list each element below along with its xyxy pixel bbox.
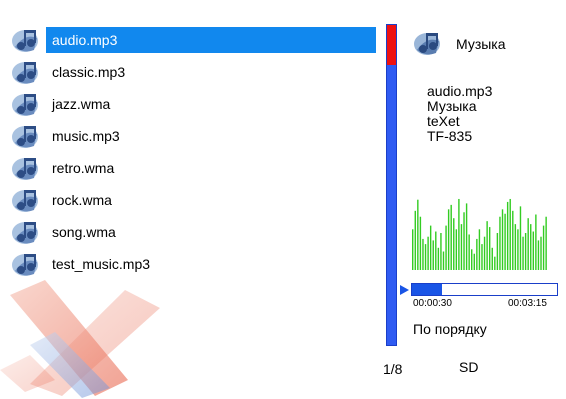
track-artist: teXet bbox=[427, 113, 460, 129]
track-folder: Музыка bbox=[427, 98, 477, 114]
equalizer-bar bbox=[514, 224, 517, 270]
equalizer-bar bbox=[437, 247, 440, 270]
equalizer-bar bbox=[509, 198, 511, 270]
page-counter: 1/8 bbox=[383, 361, 403, 377]
music-note-icon bbox=[8, 89, 42, 119]
file-list-item[interactable]: retro.wma bbox=[8, 152, 380, 184]
equalizer-bar bbox=[450, 204, 452, 270]
equalizer-bar bbox=[473, 253, 475, 270]
equalizer-bar bbox=[506, 201, 509, 270]
track-file-name: audio.mp3 bbox=[427, 83, 493, 99]
elapsed-time: 00:00:30 bbox=[413, 298, 452, 309]
equalizer-bar bbox=[460, 224, 463, 270]
equalizer-visualizer bbox=[412, 198, 547, 270]
play-mode[interactable]: По порядку bbox=[413, 321, 487, 337]
equalizer-bar bbox=[471, 249, 473, 270]
equalizer-bar bbox=[453, 218, 455, 270]
music-note-icon bbox=[8, 25, 42, 55]
play-icon bbox=[400, 285, 409, 295]
equalizer-bar bbox=[427, 236, 429, 270]
equalizer-bar bbox=[501, 209, 504, 270]
equalizer-bar bbox=[463, 212, 465, 270]
equalizer-bar bbox=[540, 236, 542, 270]
equalizer-bar bbox=[488, 227, 491, 270]
scrollbar-thumb[interactable] bbox=[387, 25, 396, 65]
top-strip bbox=[0, 0, 566, 8]
equalizer-bar bbox=[429, 225, 432, 270]
file-name-label: music.mp3 bbox=[52, 128, 120, 144]
equalizer-bar bbox=[527, 218, 529, 270]
equalizer-bar bbox=[455, 229, 458, 270]
equalizer-bar bbox=[412, 229, 414, 270]
equalizer-bar bbox=[442, 251, 445, 270]
track-info: audio.mp3 Музыка teXet TF-835 bbox=[427, 84, 492, 144]
equalizer-bar bbox=[519, 206, 522, 270]
equalizer-bar bbox=[447, 209, 450, 270]
file-list-item[interactable]: classic.mp3 bbox=[8, 56, 380, 88]
equalizer-bar bbox=[524, 233, 527, 270]
equalizer-bar bbox=[483, 236, 486, 270]
music-note-icon bbox=[8, 57, 42, 87]
track-album: TF-835 bbox=[427, 128, 473, 144]
folder-title: Музыка bbox=[456, 36, 506, 52]
equalizer-bar bbox=[491, 247, 493, 270]
equalizer-bar bbox=[545, 216, 547, 270]
equalizer-bar bbox=[542, 225, 545, 270]
equalizer-bar bbox=[445, 225, 447, 270]
music-note-icon bbox=[8, 185, 42, 215]
file-name-label: song.wma bbox=[52, 224, 116, 240]
equalizer-bar bbox=[458, 198, 460, 270]
file-name-label: jazz.wma bbox=[52, 96, 111, 112]
equalizer-bar bbox=[535, 214, 537, 270]
playback-progress-fill bbox=[412, 284, 443, 295]
equalizer-bar bbox=[424, 244, 427, 270]
music-note-icon bbox=[8, 121, 42, 151]
equalizer-bar bbox=[522, 236, 524, 270]
equalizer-bar bbox=[478, 229, 481, 270]
file-list: audio.mp3 classic.mp3 jazz.wma music.mp3 ret… bbox=[8, 24, 380, 280]
music-note-icon bbox=[8, 153, 42, 183]
equalizer-bar bbox=[512, 210, 514, 270]
music-note-icon bbox=[8, 217, 42, 247]
equalizer-bar bbox=[537, 240, 540, 270]
equalizer-bar bbox=[532, 231, 535, 270]
equalizer-bar bbox=[417, 199, 419, 270]
equalizer-bar bbox=[440, 233, 442, 270]
equalizer-bar bbox=[432, 240, 434, 270]
music-folder-icon bbox=[414, 33, 440, 55]
total-time: 00:03:15 bbox=[508, 298, 547, 309]
storage-source: SD bbox=[459, 359, 479, 375]
file-list-item[interactable]: test_music.mp3 bbox=[8, 248, 380, 280]
file-name-label: audio.mp3 bbox=[46, 27, 376, 53]
file-list-item[interactable]: song.wma bbox=[8, 216, 380, 248]
file-list-item[interactable]: jazz.wma bbox=[8, 88, 380, 120]
equalizer-bar bbox=[496, 233, 499, 270]
equalizer-bar bbox=[468, 234, 470, 270]
equalizer-bar bbox=[419, 216, 422, 270]
file-name-label: classic.mp3 bbox=[52, 64, 126, 80]
playback-progress-bar[interactable] bbox=[411, 283, 558, 296]
equalizer-bar bbox=[530, 224, 532, 270]
equalizer-bar bbox=[465, 203, 468, 270]
texet-watermark-logo bbox=[0, 280, 160, 398]
equalizer-bar bbox=[517, 229, 519, 270]
file-list-item[interactable]: rock.wma bbox=[8, 184, 380, 216]
equalizer-bar bbox=[504, 213, 506, 270]
file-list-item[interactable]: audio.mp3 bbox=[8, 24, 380, 56]
music-note-icon bbox=[8, 249, 42, 279]
equalizer-bar bbox=[481, 244, 483, 270]
equalizer-bar bbox=[486, 221, 488, 270]
file-name-label: retro.wma bbox=[52, 160, 115, 176]
file-name-label: test_music.mp3 bbox=[52, 256, 151, 272]
file-name-label: rock.wma bbox=[52, 192, 112, 208]
scrollbar[interactable] bbox=[386, 24, 397, 346]
file-list-item[interactable]: music.mp3 bbox=[8, 120, 380, 152]
equalizer-bar bbox=[435, 231, 437, 270]
equalizer-bar bbox=[414, 210, 416, 270]
equalizer-bar bbox=[499, 216, 501, 270]
equalizer-bar bbox=[494, 256, 496, 270]
equalizer-bar bbox=[422, 238, 424, 270]
equalizer-bar bbox=[476, 238, 478, 270]
